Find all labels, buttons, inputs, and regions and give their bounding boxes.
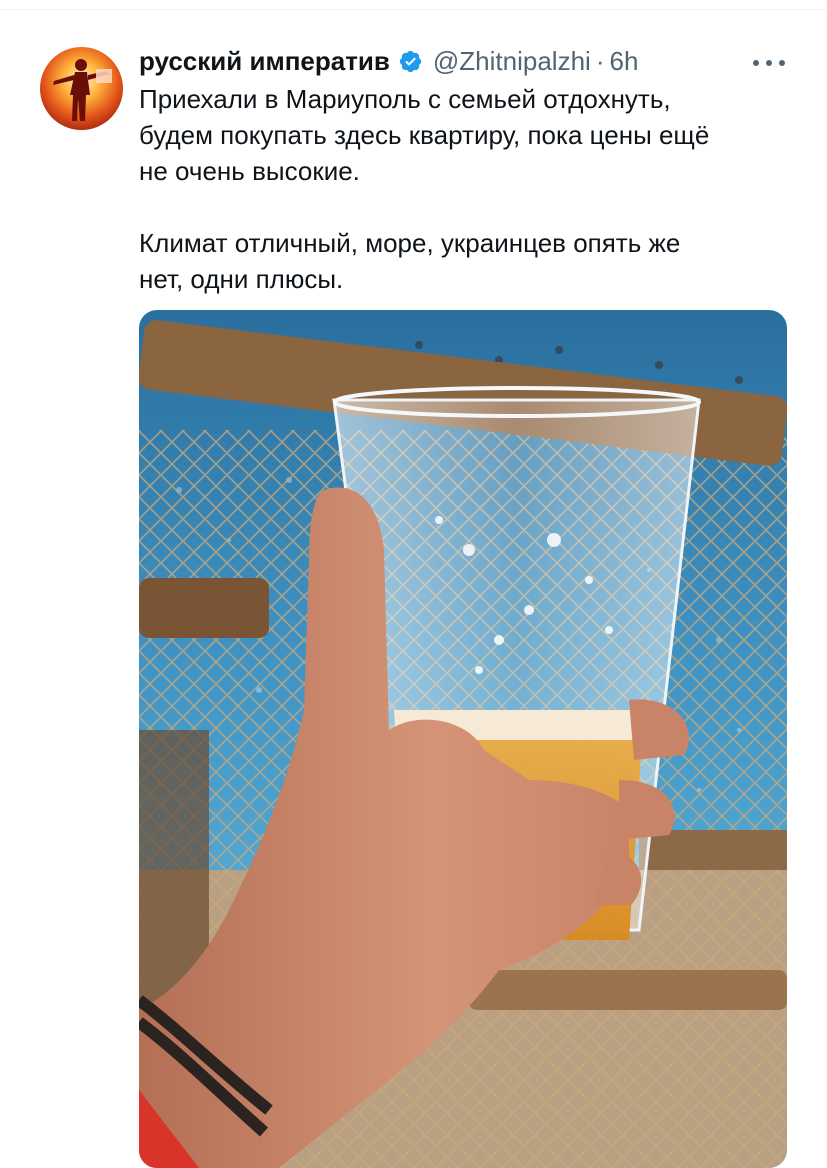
display-name[interactable]: русский императив — [139, 46, 390, 77]
tweet[interactable]: русский императив @Zhitnipalzhi · 6h При… — [0, 10, 827, 1168]
separator-dot: · — [595, 45, 605, 76]
photo-hand-holding-beer-cup — [139, 310, 787, 1168]
avatar-image — [40, 47, 123, 130]
tweet-timestamp[interactable]: 6h — [609, 46, 638, 77]
tweet-photo[interactable] — [139, 310, 787, 1168]
tweet-header: русский императив @Zhitnipalzhi · 6h — [139, 43, 638, 79]
user-handle[interactable]: @Zhitnipalzhi — [433, 46, 591, 77]
tweet-text: Приехали в Мариуполь с семьей отдохнуть,… — [139, 84, 710, 294]
page: русский императив @Zhitnipalzhi · 6h При… — [0, 0, 827, 1168]
verified-badge-icon — [398, 49, 423, 74]
avatar[interactable] — [40, 47, 123, 130]
more-options-icon[interactable] — [753, 53, 785, 73]
